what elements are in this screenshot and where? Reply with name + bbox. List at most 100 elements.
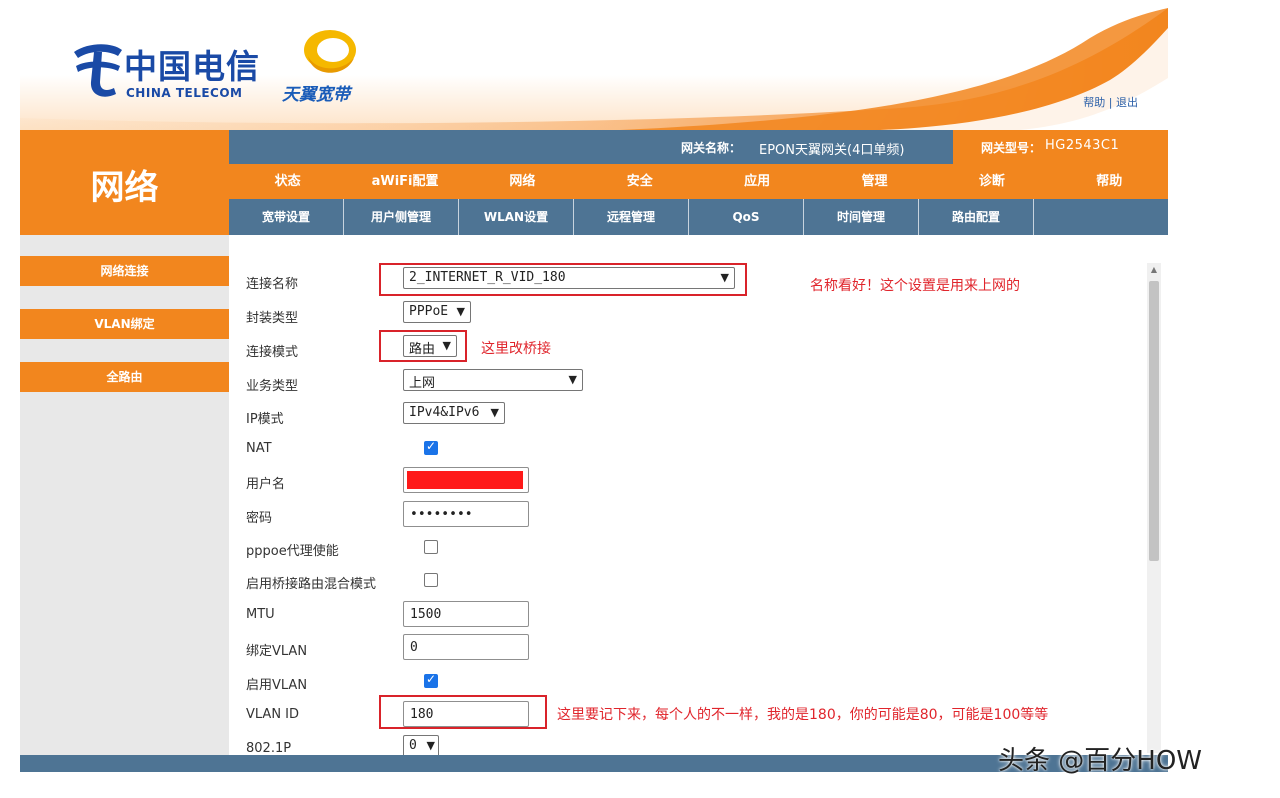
- annotation-box-vlan-id: [379, 695, 547, 729]
- sidebar: 网络连接 VLAN绑定 全路由: [20, 235, 229, 755]
- row-password: 密码 ••••••••: [246, 501, 1126, 529]
- enable-vlan-checkbox[interactable]: [424, 672, 438, 688]
- row-bridge-mixed: 启用桥接路由混合模式: [246, 567, 1126, 595]
- subnav-wlan[interactable]: WLAN设置: [459, 199, 574, 235]
- username-label: 用户名: [246, 477, 286, 492]
- ip-mode-label: IP模式: [246, 412, 284, 427]
- vlan-id-label: VLAN ID: [246, 707, 300, 722]
- content-panel: 连接名称 2_INTERNET_R_VID_180 ▼ 封装类型 PPPoE ▼…: [229, 235, 1168, 757]
- sidebar-item-network-connection[interactable]: 网络连接: [20, 256, 229, 286]
- bind-vlan-label: 绑定VLAN: [246, 644, 308, 659]
- annotation-box-connection-mode: [379, 330, 467, 362]
- header-links[interactable]: 帮助 | 退出: [1083, 94, 1138, 110]
- connection-name-label: 连接名称: [246, 277, 299, 292]
- gateway-model-box: 网关型号： HG2543C1: [953, 130, 1168, 164]
- sidebar-item-vlan-binding[interactable]: VLAN绑定: [20, 309, 229, 339]
- annotation-note-vlan: 这里要记下来，每个人的不一样，我的是180，你的可能是80，可能是100等等: [557, 707, 1049, 723]
- username-redaction: [407, 471, 523, 489]
- username-input[interactable]: [403, 467, 529, 493]
- row-connection-mode: 连接模式 路由 ▼: [246, 335, 1126, 363]
- password-label: 密码: [246, 511, 273, 526]
- subnav-spacer: [1034, 199, 1168, 235]
- row-nat: NAT: [246, 435, 1126, 463]
- annotation-note-name: 名称看好！这个设置是用来上网的: [810, 278, 1020, 294]
- gateway-info-bar: 网关名称： EPON天翼网关(4口单频) 网关型号： HG2543C1: [229, 130, 1168, 164]
- bridge-mixed-label: 启用桥接路由混合模式: [246, 577, 377, 592]
- china-telecom-logo: 中国电信 CHINA TELECOM: [68, 38, 268, 108]
- pppoe-proxy-label: pppoe代理使能: [246, 544, 339, 559]
- mtu-label: MTU: [246, 607, 275, 622]
- tianyi-swirl-icon: [304, 30, 356, 73]
- content-scrollbar[interactable]: ▲: [1147, 263, 1161, 753]
- row-bind-vlan: 绑定VLAN 0: [246, 634, 1126, 662]
- main-nav: 状态 aWiFi配置 网络 安全 应用 管理 诊断 帮助: [229, 164, 1168, 199]
- china-telecom-cn-text: 中国电信: [124, 47, 260, 86]
- gateway-name-label: 网关名称：: [681, 141, 742, 155]
- chevron-down-icon: ▼: [568, 373, 577, 386]
- sidebar-item-full-routing[interactable]: 全路由: [20, 362, 229, 392]
- subnav-broadband[interactable]: 宽带设置: [229, 199, 344, 235]
- bind-vlan-input[interactable]: 0: [403, 634, 529, 660]
- connection-mode-label: 连接模式: [246, 345, 299, 360]
- row-ip-mode: IP模式 IPv4&IPv6 ▼: [246, 402, 1126, 430]
- enable-vlan-label: 启用VLAN: [246, 678, 308, 693]
- subnav-qos[interactable]: QoS: [689, 199, 804, 235]
- gateway-name-value: EPON天翼网关(4口单频): [759, 143, 905, 158]
- nat-checkbox[interactable]: [424, 439, 438, 455]
- header-banner: 中国电信 CHINA TELECOM 天翼宽带 帮助 | 退出: [20, 8, 1168, 130]
- subnav-user-side[interactable]: 用户侧管理: [344, 199, 459, 235]
- section-title-block: 网络: [20, 130, 229, 235]
- annotation-box-connection-name: [379, 263, 747, 296]
- annotation-note-mode: 这里改桥接: [481, 341, 551, 357]
- nav-security[interactable]: 安全: [581, 164, 698, 199]
- nav-status[interactable]: 状态: [229, 164, 346, 199]
- nav-management[interactable]: 管理: [816, 164, 933, 199]
- subnav-routing[interactable]: 路由配置: [919, 199, 1034, 235]
- dot1p-label: 802.1P: [246, 741, 292, 756]
- service-type-label: 业务类型: [246, 379, 299, 394]
- dot1p-select[interactable]: 0 ▼: [403, 735, 439, 757]
- encap-type-select[interactable]: PPPoE ▼: [403, 301, 471, 323]
- subnav-remote[interactable]: 远程管理: [574, 199, 689, 235]
- china-telecom-mark-icon: [74, 44, 122, 97]
- row-service-type: 业务类型 上网 ▼: [246, 369, 1126, 397]
- nav-awifi[interactable]: aWiFi配置: [346, 164, 463, 199]
- dot1p-value: 0: [409, 738, 417, 753]
- encap-type-label: 封装类型: [246, 311, 299, 326]
- scroll-up-arrow-icon[interactable]: ▲: [1147, 263, 1161, 277]
- row-enable-vlan: 启用VLAN: [246, 668, 1126, 696]
- pppoe-proxy-checkbox[interactable]: [424, 540, 438, 554]
- mtu-input[interactable]: 1500: [403, 601, 529, 627]
- bridge-mixed-checkbox[interactable]: [424, 573, 438, 587]
- gateway-model-value: HG2543C1: [1045, 138, 1120, 153]
- router-admin-screenshot: 中国电信 CHINA TELECOM 天翼宽带 帮助 | 退出 网络 网关名称：…: [0, 0, 1280, 798]
- nav-application[interactable]: 应用: [699, 164, 816, 199]
- nav-help[interactable]: 帮助: [1051, 164, 1168, 199]
- ip-mode-select[interactable]: IPv4&IPv6 ▼: [403, 402, 505, 424]
- chevron-down-icon: ▼: [490, 406, 499, 419]
- nav-diagnosis[interactable]: 诊断: [933, 164, 1050, 199]
- tianyi-text: 天翼宽带: [282, 85, 350, 105]
- watermark: 头条 @百分HOW: [998, 746, 1202, 776]
- tianyi-logo: 天翼宽带: [282, 28, 378, 108]
- encap-type-value: PPPoE: [409, 304, 449, 319]
- nat-label: NAT: [246, 441, 272, 456]
- section-title: 网络: [90, 168, 159, 208]
- row-username: 用户名: [246, 467, 1126, 495]
- service-type-select[interactable]: 上网 ▼: [403, 369, 583, 391]
- row-mtu: MTU 1500: [246, 601, 1126, 629]
- service-type-value: 上网: [409, 376, 436, 391]
- nav-network[interactable]: 网络: [464, 164, 581, 199]
- password-input[interactable]: ••••••••: [403, 501, 529, 527]
- row-encap-type: 封装类型 PPPoE ▼: [246, 301, 1126, 329]
- chevron-down-icon: ▼: [456, 305, 465, 318]
- chevron-down-icon: ▼: [426, 739, 435, 752]
- sub-nav: 宽带设置 用户侧管理 WLAN设置 远程管理 QoS 时间管理 路由配置: [229, 199, 1168, 235]
- subnav-time[interactable]: 时间管理: [804, 199, 919, 235]
- china-telecom-en-text: CHINA TELECOM: [126, 86, 243, 100]
- gateway-model-label: 网关型号：: [981, 141, 1042, 155]
- ip-mode-value: IPv4&IPv6: [409, 405, 480, 420]
- row-pppoe-proxy: pppoe代理使能: [246, 534, 1126, 562]
- scroll-thumb[interactable]: [1149, 281, 1159, 561]
- footer-bar: [20, 755, 1168, 772]
